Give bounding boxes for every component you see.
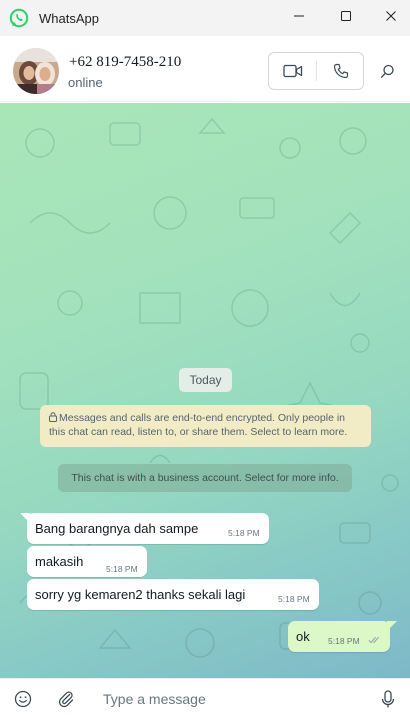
message-text: Bang barangnya dah sampe	[35, 521, 199, 536]
lock-icon	[49, 412, 57, 422]
close-icon	[386, 11, 396, 21]
encryption-notice[interactable]: Messages and calls are end-to-end encryp…	[40, 405, 371, 447]
incoming-message[interactable]: sorry yg kemaren2 thanks sekali lagi 5:1…	[27, 579, 319, 610]
minimize-icon	[294, 15, 304, 17]
chat-header: +62 819-7458-210 online	[0, 36, 410, 102]
search-button[interactable]	[372, 56, 402, 86]
message-text: makasih	[35, 554, 84, 569]
incoming-message[interactable]: makasih 5:18 PM	[27, 546, 147, 577]
date-separator: Today	[179, 368, 232, 392]
avatar[interactable]	[13, 48, 59, 94]
maximize-icon	[341, 11, 351, 21]
chat-area[interactable]: Today Messages and calls are end-to-end …	[0, 103, 410, 678]
phone-icon	[333, 63, 348, 79]
microphone-icon[interactable]	[377, 688, 399, 710]
incoming-message[interactable]: Bang barangnya dah sampe 5:18 PM	[27, 513, 269, 544]
paperclip-icon[interactable]	[55, 688, 77, 710]
call-buttons	[268, 52, 364, 90]
title-bar: WhatsApp	[0, 0, 410, 36]
message-text: ok	[296, 629, 310, 644]
emoji-icon[interactable]	[12, 688, 34, 710]
double-check-icon	[368, 636, 379, 644]
whatsapp-logo-icon	[9, 8, 29, 28]
message-time: 5:18 PM	[228, 528, 260, 538]
close-button[interactable]	[368, 0, 410, 32]
contact-name[interactable]: +62 819-7458-210	[69, 54, 181, 71]
message-text: sorry yg kemaren2 thanks sekali lagi	[35, 587, 246, 602]
contact-photo	[13, 48, 59, 94]
video-call-icon	[282, 64, 302, 78]
business-account-notice[interactable]: This chat is with a business account. Se…	[58, 464, 352, 492]
message-time: 5:18 PM	[328, 636, 360, 646]
contact-status: online	[68, 75, 103, 90]
app-title: WhatsApp	[39, 11, 99, 26]
outgoing-message[interactable]: ok 5:18 PM	[288, 621, 390, 652]
maximize-button[interactable]	[323, 0, 369, 32]
message-composer	[0, 678, 410, 715]
voice-call-button[interactable]	[317, 53, 364, 89]
message-time: 5:18 PM	[106, 564, 138, 574]
video-call-button[interactable]	[269, 53, 316, 89]
search-icon	[380, 64, 394, 78]
message-time: 5:18 PM	[278, 594, 310, 604]
encryption-notice-text: Messages and calls are end-to-end encryp…	[49, 412, 348, 438]
minimize-button[interactable]	[276, 0, 322, 32]
message-input[interactable]	[96, 687, 356, 711]
